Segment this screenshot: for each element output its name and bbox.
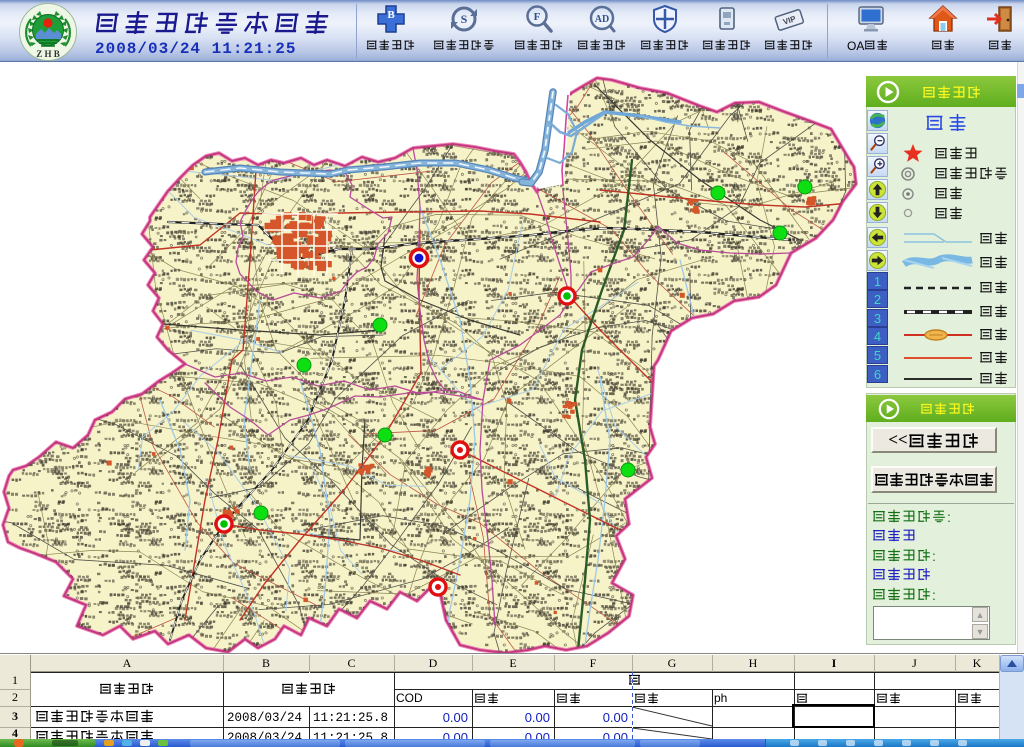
svg-text:AD: AD [595, 14, 609, 25]
svg-text:Z H B: Z H B [36, 49, 60, 59]
svg-text:S: S [461, 12, 468, 26]
svg-text:B: B [387, 9, 395, 21]
svg-text:F: F [534, 11, 541, 23]
